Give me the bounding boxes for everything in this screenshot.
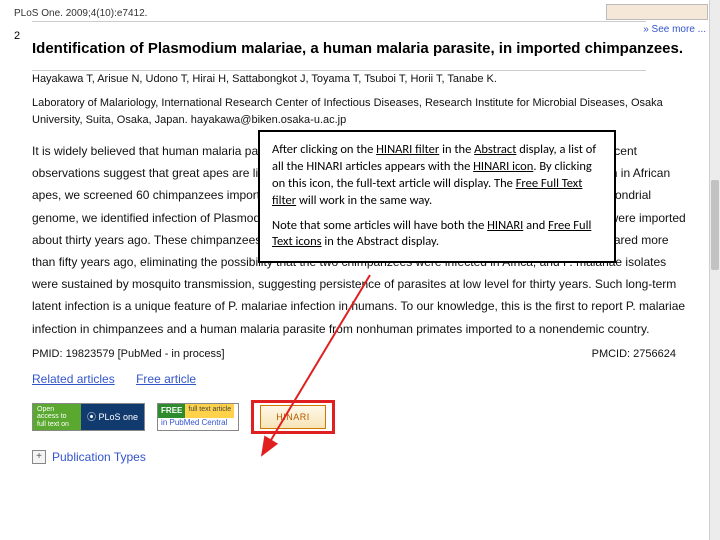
free-label: FREE	[158, 404, 185, 418]
links-row: Related articles Free article	[32, 372, 706, 386]
free-article-link[interactable]: Free article	[136, 372, 196, 386]
result-number: 2	[14, 30, 20, 42]
related-articles-link[interactable]: Related articles	[32, 372, 115, 386]
callout-paragraph-1: After clicking on the HINARI filter in t…	[272, 142, 602, 210]
expand-icon[interactable]: +	[32, 450, 46, 464]
plos-badge-right: ⦿ PLoS one	[81, 404, 144, 430]
hinari-highlight-box: HINARI	[251, 400, 335, 434]
pmid-label: PMID: 19823579 [PubMed - in process]	[32, 348, 225, 360]
scrollbar-thumb[interactable]	[711, 180, 719, 270]
hinari-label: HINARI	[276, 412, 310, 422]
divider	[32, 21, 646, 22]
pub-types-label: Publication Types	[52, 450, 146, 464]
free-sublabel: full text article	[185, 404, 234, 418]
pmcid-label: PMCID: 2756624	[592, 348, 676, 360]
publication-types-toggle[interactable]: + Publication Types	[32, 450, 706, 464]
plos-badge-left: Open access to full text on	[33, 404, 81, 430]
article-title: Identification of Plasmodium malariae, a…	[32, 40, 706, 58]
journal-citation: PLoS One. 2009;4(10):e7412.	[14, 8, 706, 19]
fulltext-badges: Open access to full text on ⦿ PLoS one F…	[32, 400, 706, 434]
author-list: Hayakawa T, Arisue N, Udono T, Hirai H, …	[32, 73, 706, 85]
id-row: PMID: 19823579 [PubMed - in process] PMC…	[32, 348, 706, 360]
divider	[32, 70, 646, 71]
hinari-badge[interactable]: HINARI	[260, 405, 326, 429]
pmc-free-badge[interactable]: FREE full text article in PubMed Central	[157, 403, 239, 431]
right-sidebar: » See more ...	[606, 4, 706, 35]
pubmed-abstract-page: » See more ... PLoS One. 2009;4(10):e741…	[0, 0, 720, 540]
callout-paragraph-2: Note that some articles will have both t…	[272, 218, 602, 252]
instruction-callout: After clicking on the HINARI filter in t…	[258, 130, 616, 263]
pmc-label: in PubMed Central	[158, 418, 238, 427]
plos-badge[interactable]: Open access to full text on ⦿ PLoS one	[32, 403, 145, 431]
vertical-scrollbar[interactable]	[709, 0, 720, 540]
affiliation: Laboratory of Malariology, International…	[32, 95, 706, 128]
pubmed-badge	[606, 4, 708, 20]
see-more-link[interactable]: » See more ...	[643, 24, 706, 35]
